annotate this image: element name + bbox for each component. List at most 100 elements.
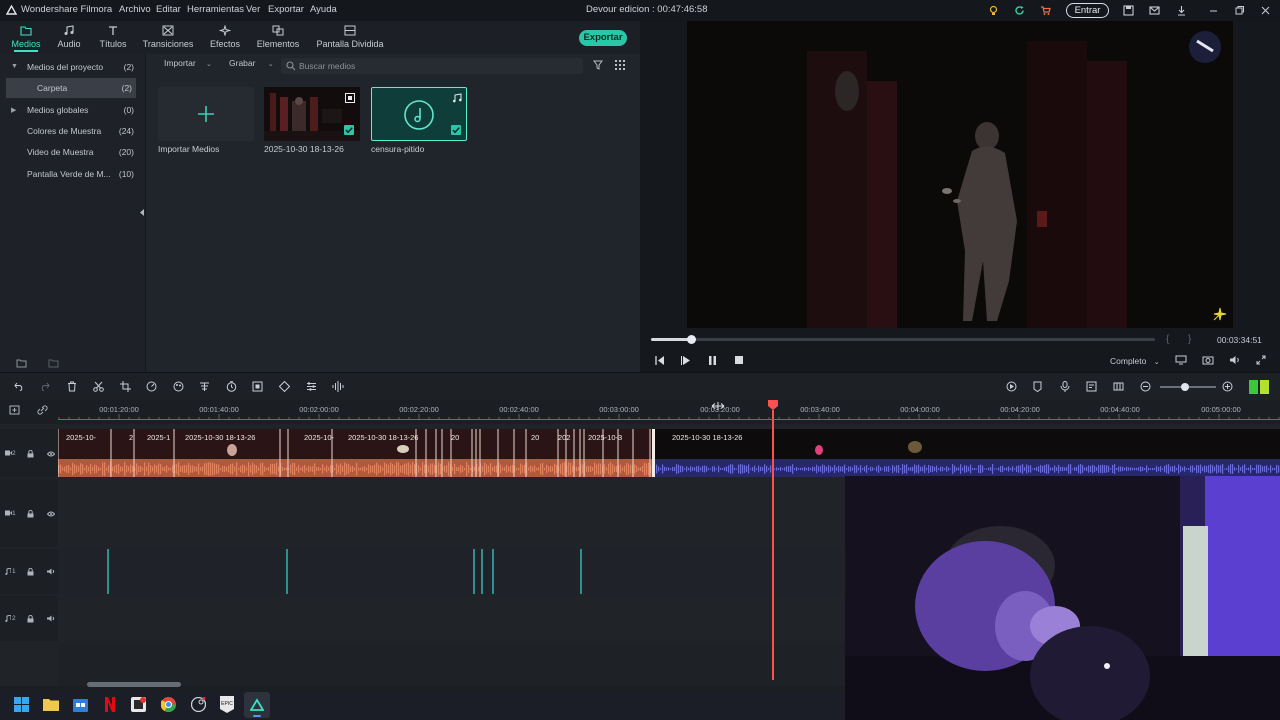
mail-icon[interactable] bbox=[1149, 5, 1160, 16]
zoom-slider-knob[interactable] bbox=[1181, 383, 1189, 391]
menu-exportar[interactable]: Exportar bbox=[268, 4, 304, 15]
chrome-icon[interactable] bbox=[161, 697, 176, 712]
sidebar-item-folder[interactable]: Carpeta (2) bbox=[6, 78, 136, 98]
volume-icon[interactable] bbox=[1229, 355, 1241, 365]
crop-icon[interactable] bbox=[120, 381, 131, 392]
tab-audio[interactable]: Audio bbox=[52, 21, 86, 54]
speaker-icon[interactable] bbox=[47, 615, 55, 622]
speed-icon[interactable] bbox=[146, 381, 157, 392]
pause-icon[interactable] bbox=[708, 356, 717, 365]
link-icon[interactable] bbox=[37, 405, 48, 415]
redo-icon[interactable] bbox=[40, 382, 50, 391]
lock-icon[interactable] bbox=[27, 510, 34, 518]
sidebar-item-sample-video[interactable]: Video de Muestra (20) bbox=[0, 142, 140, 162]
menu-ver[interactable]: Ver bbox=[246, 4, 260, 15]
playhead-handle-icon[interactable] bbox=[768, 400, 778, 410]
epic-games-icon[interactable]: EPIC bbox=[220, 696, 234, 713]
lock-icon[interactable] bbox=[27, 568, 34, 576]
netflix-icon[interactable] bbox=[105, 697, 115, 712]
menu-archivo[interactable]: Archivo bbox=[119, 4, 151, 15]
green-screen-icon[interactable] bbox=[199, 381, 210, 392]
menu-editar[interactable]: Editar bbox=[156, 4, 181, 15]
timeline-scrollbar-thumb[interactable] bbox=[87, 682, 181, 687]
export-button[interactable]: Exportar bbox=[579, 30, 627, 46]
video-thumbnail[interactable] bbox=[264, 87, 360, 141]
save-icon[interactable] bbox=[1123, 5, 1134, 16]
mark-out-icon[interactable]: } bbox=[1188, 334, 1191, 345]
eye-icon[interactable] bbox=[47, 511, 55, 517]
cart-icon[interactable] bbox=[1040, 5, 1051, 16]
minimize-icon[interactable] bbox=[1208, 5, 1219, 16]
stop-icon[interactable] bbox=[735, 356, 743, 364]
color-icon[interactable] bbox=[173, 381, 184, 392]
audio-meter-icon[interactable] bbox=[1249, 380, 1269, 394]
chevron-down-icon[interactable]: ▼ bbox=[11, 63, 18, 70]
adjust-icon[interactable] bbox=[306, 381, 317, 392]
store-icon[interactable] bbox=[73, 697, 88, 712]
sidebar-item-sample-colors[interactable]: Colores de Muestra (24) bbox=[0, 121, 140, 141]
previous-frame-icon[interactable] bbox=[655, 356, 665, 365]
delete-icon[interactable] bbox=[67, 381, 77, 392]
new-folder-icon[interactable] bbox=[16, 358, 27, 368]
undo-icon[interactable] bbox=[14, 382, 24, 391]
login-button[interactable]: Entrar bbox=[1066, 3, 1109, 18]
steam-icon[interactable] bbox=[191, 697, 206, 712]
app-icon[interactable] bbox=[131, 697, 146, 712]
sidebar-item-green-screen[interactable]: Pantalla Verde de M... (10) bbox=[0, 164, 140, 184]
snapshot-icon[interactable] bbox=[1202, 355, 1214, 365]
video-track-2-lane[interactable]: 2025-10- 2 2025-1 2025-10-30 18-13-26 2025-1… bbox=[58, 429, 1280, 477]
lock-icon[interactable] bbox=[27, 450, 34, 458]
chevron-right-icon[interactable]: ▶ bbox=[11, 106, 16, 114]
search-input[interactable] bbox=[299, 58, 569, 74]
add-track-icon[interactable] bbox=[9, 405, 20, 415]
lock-icon[interactable] bbox=[27, 615, 34, 623]
menu-ayuda[interactable]: Ayuda bbox=[310, 4, 337, 15]
display-icon[interactable] bbox=[1175, 355, 1187, 365]
tab-efectos[interactable]: Efectos bbox=[205, 21, 245, 54]
play-icon[interactable] bbox=[681, 356, 691, 365]
voiceover-icon[interactable] bbox=[1086, 381, 1097, 392]
eye-icon[interactable] bbox=[47, 451, 55, 457]
tab-pantalla-dividida[interactable]: Pantalla Dividida bbox=[315, 21, 385, 54]
snapshot-frame-icon[interactable] bbox=[1113, 381, 1124, 392]
audio-mixer-icon[interactable] bbox=[332, 381, 344, 392]
speaker-icon[interactable] bbox=[47, 568, 55, 575]
grid-view-icon[interactable] bbox=[615, 60, 625, 70]
filter-icon[interactable] bbox=[593, 60, 603, 70]
tab-titulos[interactable]: Títulos bbox=[94, 21, 132, 54]
sidebar-item-global-media[interactable]: ▶ Medios globales (0) bbox=[0, 100, 140, 120]
download-icon[interactable] bbox=[1176, 5, 1187, 16]
microphone-icon[interactable] bbox=[1060, 381, 1070, 392]
import-media-card[interactable] bbox=[158, 87, 254, 141]
close-icon[interactable] bbox=[1260, 5, 1271, 16]
zoom-slider[interactable] bbox=[1160, 383, 1216, 391]
mark-in-icon[interactable]: { bbox=[1166, 334, 1169, 345]
duration-icon[interactable] bbox=[226, 381, 237, 392]
playhead-line[interactable] bbox=[772, 410, 774, 680]
quality-dropdown[interactable]: Completo ⌄ bbox=[1110, 356, 1160, 366]
filmora-taskbar-button[interactable] bbox=[244, 692, 270, 718]
collapse-arrow-icon[interactable] bbox=[140, 209, 145, 216]
zoom-out-icon[interactable] bbox=[1140, 381, 1151, 392]
marker-icon[interactable] bbox=[1033, 381, 1042, 392]
tab-transiciones[interactable]: Transiciones bbox=[142, 21, 194, 54]
zoom-in-icon[interactable] bbox=[1222, 381, 1233, 392]
keyframe-icon[interactable] bbox=[279, 381, 290, 392]
import-dropdown[interactable]: Importar ⌄ bbox=[164, 58, 212, 73]
fullscreen-icon[interactable] bbox=[1256, 355, 1266, 365]
file-explorer-icon[interactable] bbox=[43, 697, 59, 711]
preview-progress-track[interactable] bbox=[651, 335, 1155, 344]
lightbulb-icon[interactable] bbox=[988, 5, 999, 16]
windows-start-icon[interactable] bbox=[14, 697, 29, 712]
maximize-icon[interactable] bbox=[1234, 5, 1245, 16]
timeline-ruler[interactable]: 00:01:20:00 00:01:40:00 00:02:00:00 00:02:2… bbox=[0, 400, 1280, 424]
record-dropdown[interactable]: Grabar ⌄ bbox=[229, 58, 274, 73]
folder-icon[interactable] bbox=[48, 358, 59, 368]
fit-screen-icon[interactable] bbox=[252, 381, 263, 392]
sync-icon[interactable] bbox=[1014, 5, 1025, 16]
audio-thumbnail[interactable] bbox=[371, 87, 467, 141]
sidebar-item-project-media[interactable]: ▼ Medios del proyecto (2) bbox=[0, 57, 140, 77]
tab-medios[interactable]: Medios bbox=[6, 21, 46, 54]
cut-icon[interactable] bbox=[93, 381, 104, 392]
menu-herramientas[interactable]: Herramientas bbox=[187, 4, 244, 15]
